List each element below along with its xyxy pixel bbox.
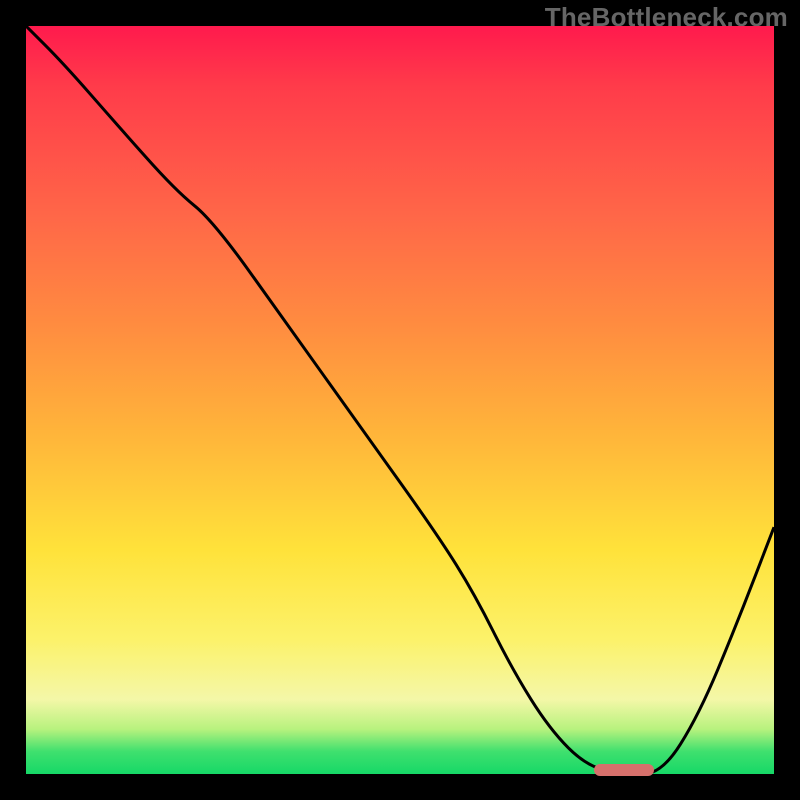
plot-area [26,26,774,774]
bottleneck-curve [26,26,774,774]
chart-frame: TheBottleneck.com [0,0,800,800]
curve-svg [26,26,774,774]
optimal-marker [594,764,654,776]
